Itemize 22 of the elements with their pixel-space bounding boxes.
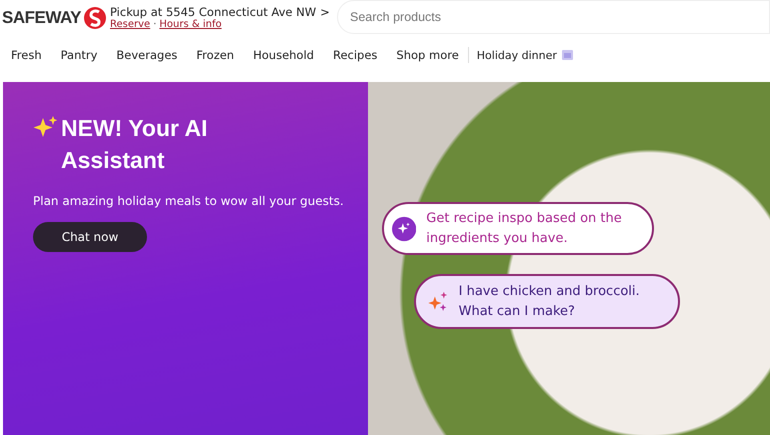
search-field[interactable]: Search products [337,0,770,34]
nav-link[interactable]: Household [253,48,314,62]
pickup-address[interactable]: Pickup at 5545 Connecticut Ave NW [110,5,316,19]
chevron-text[interactable]: > [320,5,330,19]
logo-text[interactable]: SAFEWAY [2,8,82,28]
nav-link[interactable]: Frozen [196,48,234,62]
promo-title: NEW! Your AI Assistant [61,114,209,175]
logo-icon[interactable] [83,6,108,30]
nav-link[interactable]: Beverages [116,48,178,62]
chat-now-button[interactable]: Chat now [33,222,147,252]
promo-subtitle: Plan amazing holiday meals to wow all your guests. [33,194,345,208]
nav-link[interactable]: Shop more [396,48,459,62]
bubble-text: Get recipe inspo based on the ingredients you have. [426,210,623,248]
nav-link[interactable]: Pantry [60,48,98,62]
hours-link[interactable]: Hours & info [159,19,222,30]
nav-link[interactable]: Recipes [332,48,378,62]
reserve-link[interactable]: Reserve [110,19,150,30]
calendar-icon [562,50,573,60]
holiday-dinner-link[interactable]: Holiday dinner [476,48,557,62]
separator-dot: · [153,19,156,30]
nav-link[interactable]: Fresh [11,48,42,62]
bubble-text: I have chicken and broccoli. What can I make? [458,282,641,320]
